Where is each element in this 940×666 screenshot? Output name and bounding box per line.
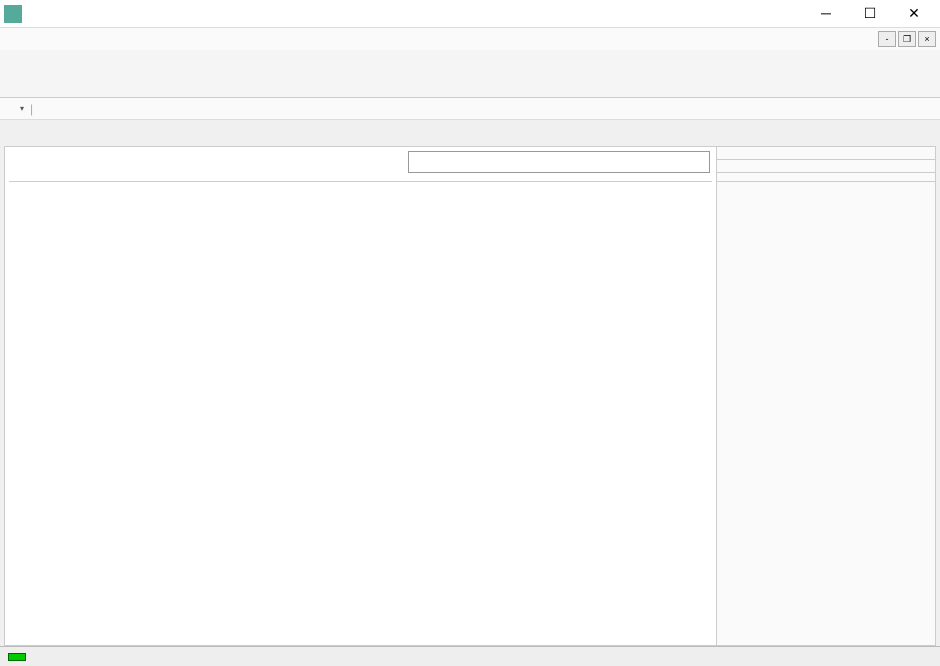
minimize-button[interactable]: ─ [812,4,840,24]
evaluation-bar: ▾ | [0,98,940,120]
quick-actions-input[interactable] [408,151,710,173]
stats-body [717,160,935,172]
menubar: - ❐ × [0,28,940,50]
app-icon [4,5,22,23]
bottom-links [5,629,716,645]
stats-header [717,151,935,160]
kpi-row [5,147,396,159]
titlebar: ─ ☐ ✕ [0,0,940,28]
toolbar [0,50,940,98]
sidebar [717,147,935,645]
equipment-table-wrap [9,181,712,625]
mdi-restore[interactable]: ❐ [898,31,916,47]
mdi-close[interactable]: × [918,31,936,47]
statusbar [0,646,940,666]
mdi-minimize[interactable]: - [878,31,896,47]
maximize-button[interactable]: ☐ [856,4,884,24]
report-links [717,182,935,190]
eval-mode-dropdown-icon[interactable]: ▾ [20,104,24,113]
close-button[interactable]: ✕ [900,4,928,24]
tabstrip [0,120,940,146]
common-reports-header [717,172,935,182]
status-led-icon [8,653,26,661]
